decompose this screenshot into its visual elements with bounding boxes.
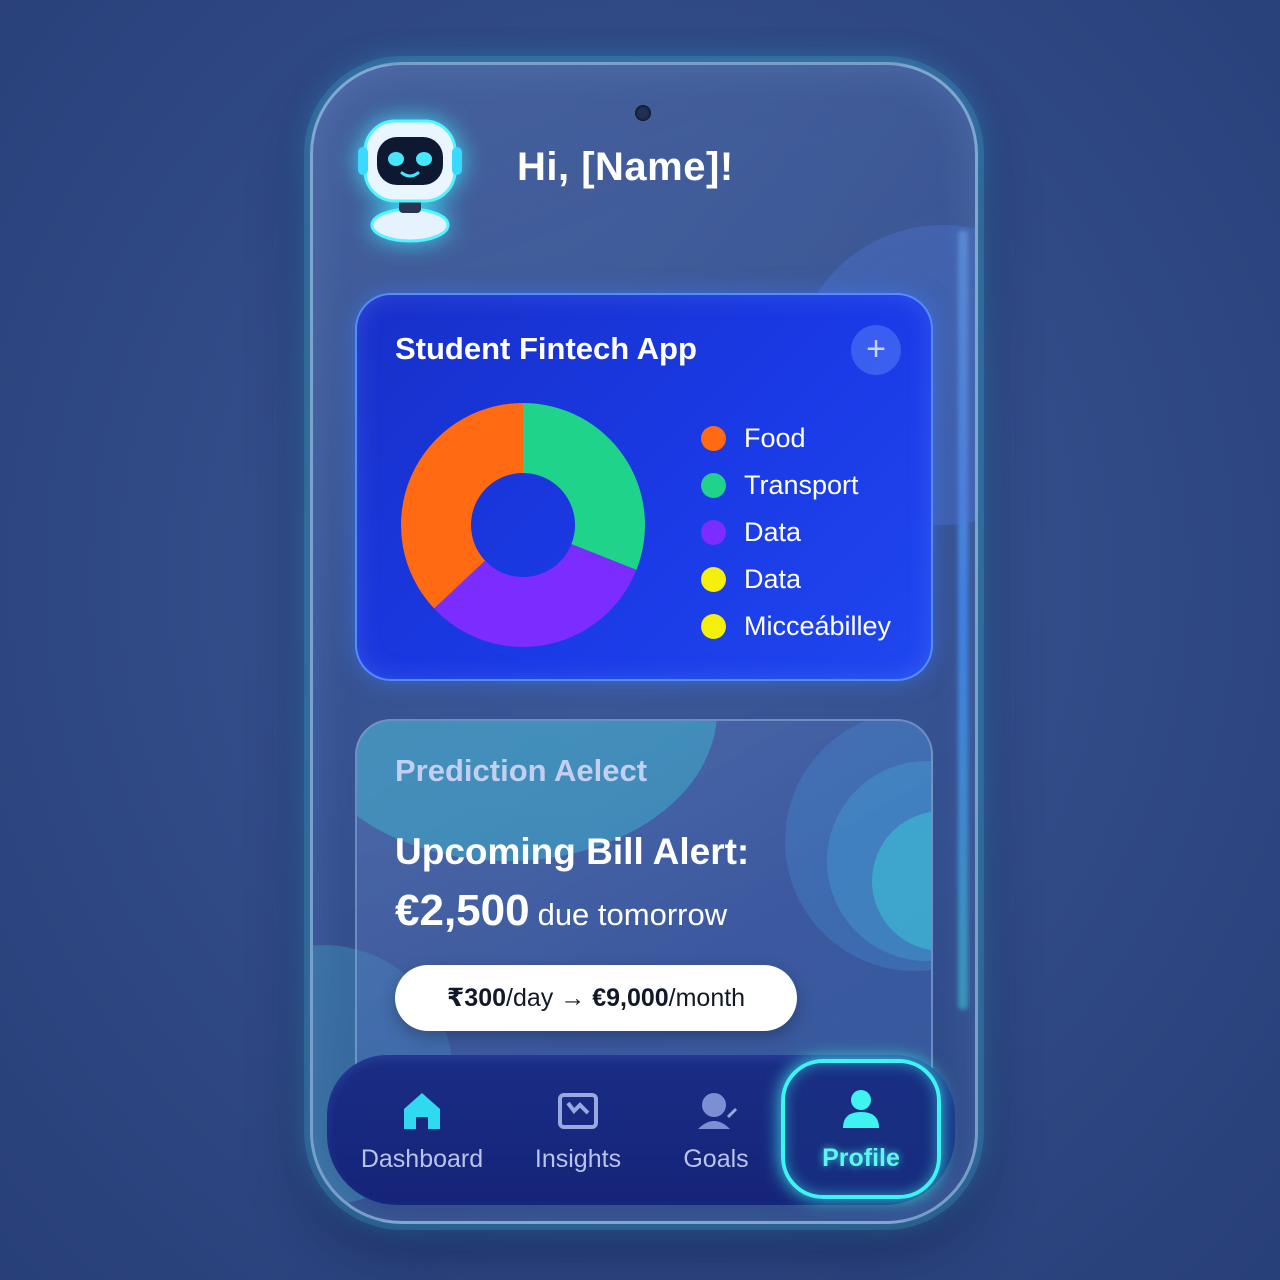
goals-icon (698, 1092, 738, 1129)
nav-dashboard[interactable]: Dashboard (347, 1055, 497, 1205)
front-camera (635, 105, 651, 121)
bill-due-note: due tomorrow (537, 897, 728, 932)
spending-card: Student Fintech App + Food Transport Dat… (355, 293, 933, 681)
legend-dot (701, 473, 726, 498)
nav-insights[interactable]: Insights (503, 1055, 653, 1205)
legend-item: Data (701, 556, 891, 603)
arrow-icon: → (560, 983, 586, 1012)
nav-label: Profile (822, 1143, 900, 1172)
legend-dot (701, 520, 726, 545)
legend-item: Data (701, 509, 891, 556)
donut-slice-transport (523, 403, 645, 570)
spending-donut-chart (401, 403, 645, 647)
legend-label: Food (744, 423, 806, 453)
plus-icon[interactable]: + (851, 325, 901, 375)
nav-profile[interactable]: Profile (781, 1059, 941, 1199)
card-title: Student Fintech App (395, 331, 697, 366)
nav-label: Dashboard (360, 1144, 484, 1173)
card-subtitle: Prediction Aelect (395, 753, 648, 788)
chart-legend: Food Transport Data Data Micceábilley (701, 415, 891, 650)
legend-dot (701, 614, 726, 639)
legend-item: Transport (701, 462, 891, 509)
bill-amount-row: €2,500 due tomorrow (395, 886, 727, 936)
legend-label: Micceábilley (744, 611, 892, 641)
bottom-nav: Dashboard Insights Goals Profile (327, 1055, 955, 1205)
spending-projection-pill[interactable]: ₹300/day → €9,000/month (395, 965, 797, 1031)
per-day-unit: /day (506, 983, 554, 1012)
per-month-unit: /month (668, 983, 746, 1012)
legend-item: Food (701, 415, 891, 462)
home-icon (404, 1092, 440, 1129)
nav-goals[interactable]: Goals (641, 1055, 791, 1205)
nav-label: Goals (683, 1144, 749, 1173)
legend-dot (701, 567, 726, 592)
legend-dot (701, 426, 726, 451)
legend-label: Data (744, 564, 802, 594)
legend-label: Data (744, 517, 802, 547)
insights-icon (558, 1092, 598, 1129)
nav-label: Insights (534, 1144, 622, 1173)
greeting: Hi, [Name]! (517, 145, 734, 189)
per-day-amount: ₹300 (446, 984, 507, 1012)
legend-label: Transport (744, 470, 859, 500)
bill-alert-headline: Upcoming Bill Alert: (395, 831, 750, 872)
robot-icon[interactable] (355, 113, 465, 243)
bill-amount: €2,500 (395, 886, 530, 935)
per-month-amount: €9,000 (592, 983, 669, 1012)
phone-frame: Hi, [Name]! Student Fintech App + Food T… (310, 62, 978, 1224)
profile-icon (843, 1089, 879, 1128)
legend-item: Micceábilley (701, 603, 891, 650)
